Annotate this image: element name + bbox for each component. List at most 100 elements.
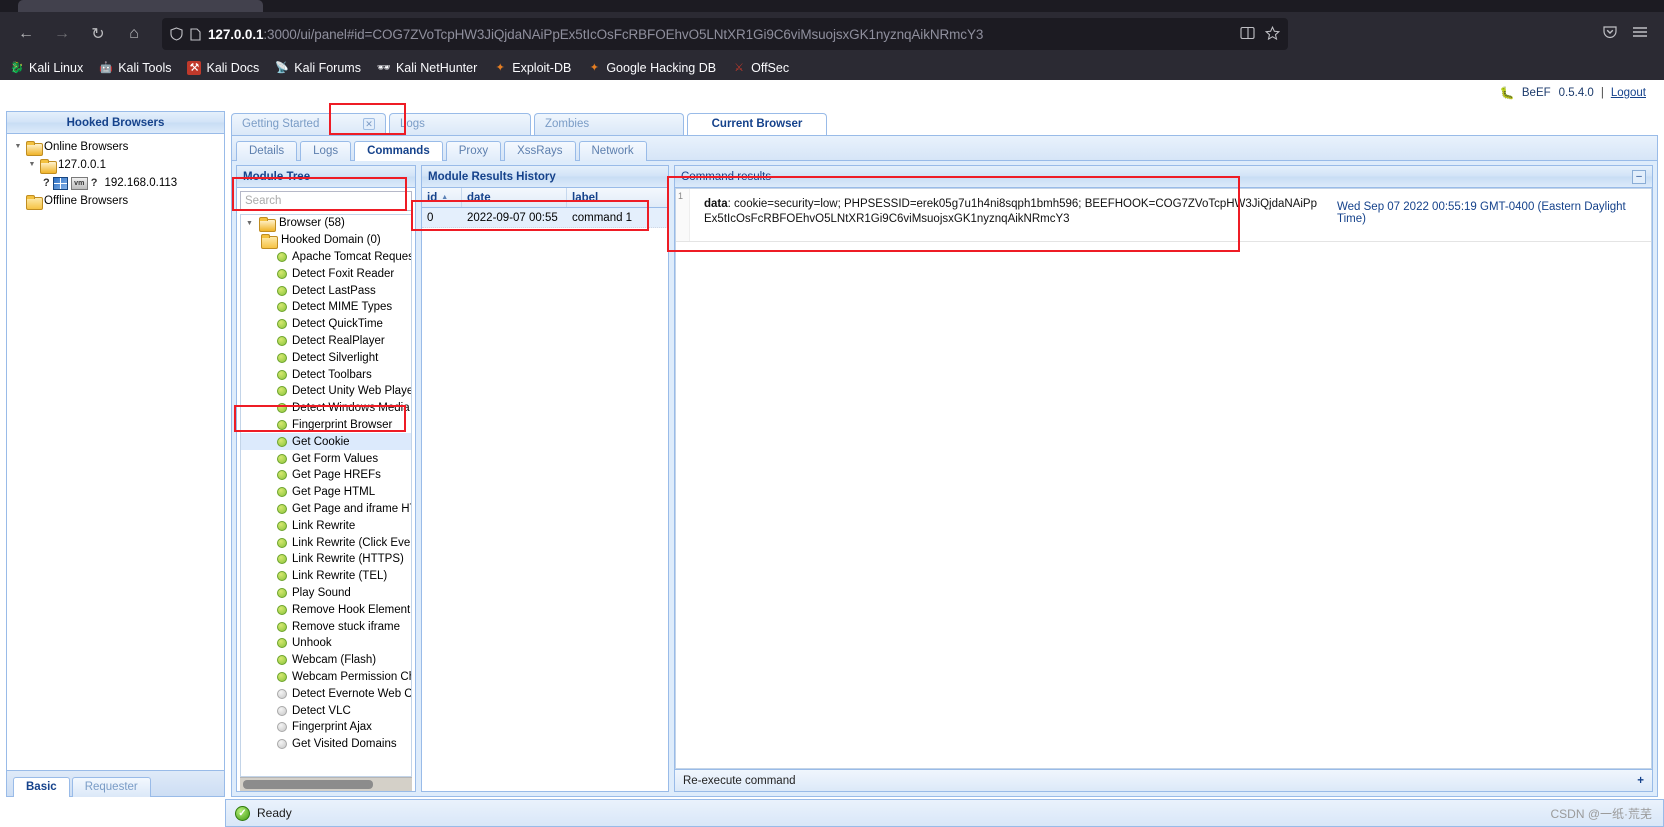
- module-tree-item[interactable]: Link Rewrite (HTTPS): [241, 551, 411, 568]
- module-tree-item[interactable]: Hooked Domain (0): [241, 232, 411, 249]
- subtab-proxy[interactable]: Proxy: [445, 141, 502, 161]
- module-tree-item[interactable]: ▼ Browser (58): [241, 215, 411, 232]
- module-tree-item[interactable]: Get Cookie: [241, 433, 411, 451]
- module-tree-item[interactable]: Webcam (Flash): [241, 652, 411, 669]
- tree-item-online-browsers[interactable]: ▼ Online Browsers: [9, 138, 222, 156]
- bookmark-kali-forums[interactable]: 📡 Kali Forums: [275, 61, 361, 75]
- expander-icon[interactable]: ▼: [245, 220, 254, 227]
- pocket-icon[interactable]: [1602, 24, 1618, 45]
- module-tree-item[interactable]: Detect RealPlayer: [241, 333, 411, 350]
- bookmark-kali-nethunter[interactable]: 🕶 Kali NetHunter: [377, 61, 477, 75]
- module-tree-item[interactable]: Remove Hook Element: [241, 601, 411, 618]
- module-tree-item-label: Get Page HREFs: [292, 469, 381, 482]
- close-icon[interactable]: ✕: [363, 118, 375, 130]
- cell-id: 0: [427, 211, 434, 224]
- column-header-date[interactable]: date: [462, 188, 567, 207]
- tab-label: Getting Started: [242, 118, 320, 130]
- logout-link[interactable]: Logout: [1611, 87, 1646, 99]
- star-icon[interactable]: [1264, 25, 1281, 43]
- module-tree-item-label: Link Rewrite (TEL): [292, 570, 388, 583]
- tab-zombies[interactable]: Zombies: [534, 113, 684, 135]
- module-tree-item[interactable]: Detect Foxit Reader: [241, 265, 411, 282]
- module-tree-item[interactable]: Get Page HTML: [241, 484, 411, 501]
- subtab-logs[interactable]: Logs: [300, 141, 352, 161]
- subtab-network[interactable]: Network: [578, 141, 647, 161]
- collapse-icon[interactable]: –: [1632, 169, 1646, 184]
- module-tree-item[interactable]: Unhook: [241, 635, 411, 652]
- app-body: Hooked Browsers ▼ Online Browsers ▼ 127.…: [0, 107, 1664, 797]
- bookmark-kali-linux[interactable]: 🐉 Kali Linux: [10, 61, 83, 75]
- tab-requester[interactable]: Requester: [71, 777, 151, 797]
- status-dot-green-icon: [277, 319, 287, 330]
- kali-docs-icon: ⚒: [187, 61, 202, 75]
- module-list[interactable]: ▼ Browser (58) Hooked Domain (0) Apache Tom…: [240, 214, 412, 777]
- module-tree-item[interactable]: Play Sound: [241, 585, 411, 602]
- bookmark-kali-tools[interactable]: 🤖 Kali Tools: [99, 61, 171, 75]
- subtab-details[interactable]: Details: [236, 141, 298, 161]
- hamburger-menu-icon[interactable]: [1632, 25, 1648, 44]
- status-text: Ready: [257, 806, 292, 820]
- page-icon[interactable]: [190, 27, 201, 41]
- bookmark-kali-docs[interactable]: ⚒ Kali Docs: [187, 61, 259, 75]
- module-tree-item[interactable]: Get Visited Domains: [241, 736, 411, 753]
- module-tree-item[interactable]: Detect VLC: [241, 702, 411, 719]
- module-tree-item[interactable]: Detect Windows Media Pl: [241, 400, 411, 417]
- expander-icon[interactable]: ▼: [13, 139, 23, 155]
- tree-item-offline-browsers[interactable]: Offline Browsers: [9, 192, 222, 210]
- table-row[interactable]: 0 2022-09-07 00:55 command 1: [422, 208, 668, 228]
- module-tree-item[interactable]: Detect Silverlight: [241, 349, 411, 366]
- url-bar[interactable]: 127.0.0.1:3000/ui/panel#id=COG7ZVoTcpHW3…: [162, 18, 1288, 50]
- add-icon[interactable]: +: [1637, 775, 1644, 787]
- module-tree-item[interactable]: Detect LastPass: [241, 282, 411, 299]
- forward-arrow-icon[interactable]: →: [46, 18, 78, 50]
- tree-item-hooked-browser[interactable]: ? vm ? 192.168.0.113: [9, 174, 222, 192]
- module-tree-item-label: Detect VLC: [292, 704, 351, 717]
- status-dot-green-icon: [277, 369, 287, 380]
- bookmark-google-hacking-db[interactable]: ✦ Google Hacking DB: [587, 61, 716, 75]
- reload-icon[interactable]: ↻: [82, 18, 114, 50]
- module-tree-item[interactable]: Detect Toolbars: [241, 366, 411, 383]
- bookmark-exploit-db[interactable]: ✦ Exploit-DB: [493, 61, 572, 75]
- column-header-id[interactable]: id ▲: [422, 188, 462, 207]
- expander-icon[interactable]: ▼: [27, 157, 37, 173]
- tree-item-host[interactable]: ▼ 127.0.0.1: [9, 156, 222, 174]
- subtab-commands[interactable]: Commands: [354, 141, 443, 161]
- tab-logs[interactable]: Logs: [389, 113, 531, 135]
- module-tree-item[interactable]: Get Page HREFs: [241, 467, 411, 484]
- module-tree-item[interactable]: Fingerprint Browser: [241, 417, 411, 434]
- column-header-label[interactable]: label: [567, 188, 668, 207]
- module-tree-item[interactable]: Get Form Values: [241, 450, 411, 467]
- scrollbar-thumb[interactable]: [243, 780, 373, 789]
- bookmark-offsec[interactable]: ⚔ OffSec: [732, 61, 789, 75]
- module-tree-item[interactable]: Detect MIME Types: [241, 299, 411, 316]
- module-list-hscrollbar[interactable]: [240, 777, 412, 791]
- re-execute-command-button[interactable]: Re-execute command: [683, 775, 796, 787]
- tab-basic[interactable]: Basic: [13, 777, 70, 797]
- kali-nethunter-icon: 🕶: [376, 62, 391, 74]
- tab-getting-started[interactable]: Getting Started ✕: [231, 113, 386, 135]
- module-tree-item[interactable]: Get Page and iframe HTM: [241, 501, 411, 518]
- home-icon[interactable]: ⌂: [118, 18, 150, 50]
- reader-view-icon[interactable]: [1240, 26, 1255, 43]
- shield-icon[interactable]: [170, 27, 183, 41]
- tab-current-browser[interactable]: Current Browser: [687, 113, 827, 135]
- browser-tab[interactable]: [18, 0, 263, 12]
- status-dot-green-icon: [277, 671, 287, 682]
- module-tree-item[interactable]: Detect Evernote Web Clip: [241, 685, 411, 702]
- module-tree-item[interactable]: Webcam Permission Che: [241, 669, 411, 686]
- back-arrow-icon[interactable]: ←: [10, 18, 42, 50]
- module-search-input[interactable]: Search: [240, 191, 412, 211]
- sub-tab-bar: Details Logs Commands Proxy XssRays Netw…: [231, 135, 1658, 161]
- module-tree-item[interactable]: Fingerprint Ajax: [241, 719, 411, 736]
- module-tree-item[interactable]: Link Rewrite (Click Events: [241, 534, 411, 551]
- module-tree-item[interactable]: Link Rewrite: [241, 517, 411, 534]
- subtab-xssrays[interactable]: XssRays: [504, 141, 576, 161]
- status-dot-green-icon: [277, 453, 287, 464]
- module-tree-item[interactable]: Remove stuck iframe: [241, 618, 411, 635]
- module-tree-item[interactable]: Apache Tomcat RequestH: [241, 249, 411, 266]
- module-tree-item[interactable]: Detect QuickTime: [241, 316, 411, 333]
- module-tree-item[interactable]: Detect Unity Web Player: [241, 383, 411, 400]
- module-tree-item[interactable]: Link Rewrite (TEL): [241, 568, 411, 585]
- result-entry[interactable]: 1 data: cookie=security=low; PHPSESSID=e…: [676, 189, 1651, 242]
- status-bar: ✓ Ready: [0, 799, 1664, 827]
